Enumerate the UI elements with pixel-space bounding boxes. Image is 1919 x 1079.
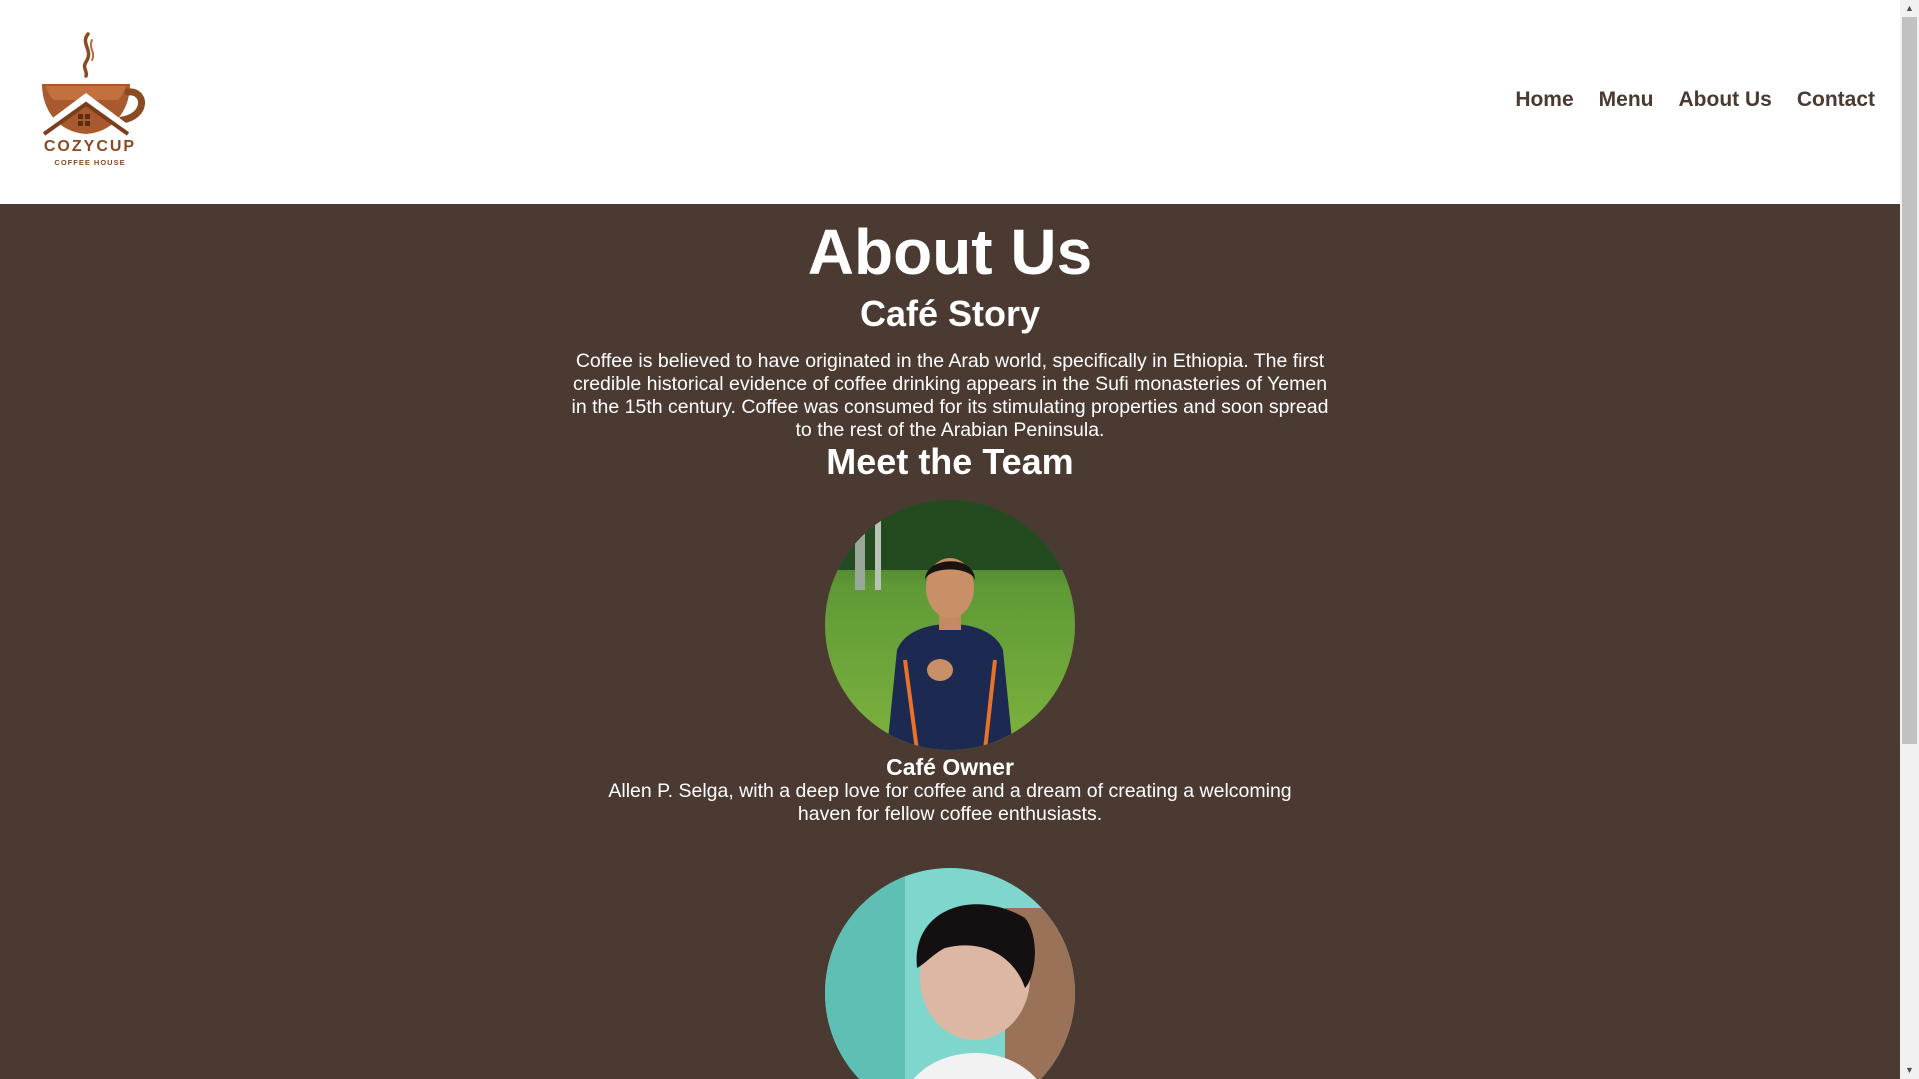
site-logo[interactable]: COZYCUP COFFEE HOUSE (34, 30, 146, 172)
main-nav: Home Menu About Us Contact (1490, 88, 1875, 112)
coffee-cup-house-icon (35, 32, 145, 138)
scroll-down-arrow-icon[interactable]: ▼ (1900, 1062, 1919, 1079)
scroll-up-arrow-icon[interactable]: ▲ (1900, 0, 1919, 17)
team-member-photo (825, 868, 1075, 1079)
nav-about-us-link[interactable]: About Us (1679, 88, 1772, 112)
story-heading: Café Story (859, 293, 1041, 334)
page-title: About Us (807, 216, 1093, 288)
owner-photo (825, 500, 1075, 750)
logo-subtitle: COFFEE HOUSE (54, 158, 126, 167)
nav-contact-link[interactable]: Contact (1797, 88, 1875, 112)
team-heading: Meet the Team (826, 441, 1074, 482)
team-member-description: Allen P. Selga, with a deep love for cof… (608, 780, 1292, 825)
logo-name: COZYCUP (43, 138, 137, 155)
story-text: Coffee is believed to have originated in… (571, 350, 1329, 441)
site-header: COZYCUP COFFEE HOUSE Home Menu About Us … (0, 0, 1900, 204)
nav-menu-link[interactable]: Menu (1599, 88, 1654, 112)
about-section: About Us Café Story Coffee is believed t… (0, 204, 1900, 1079)
vertical-scrollbar[interactable]: ▲ ▼ (1900, 0, 1919, 1079)
nav-home-link[interactable]: Home (1515, 88, 1573, 112)
team-member-role: Café Owner (886, 754, 1014, 780)
scroll-thumb[interactable] (1902, 17, 1917, 744)
page: COZYCUP COFFEE HOUSE Home Menu About Us … (0, 0, 1919, 1079)
